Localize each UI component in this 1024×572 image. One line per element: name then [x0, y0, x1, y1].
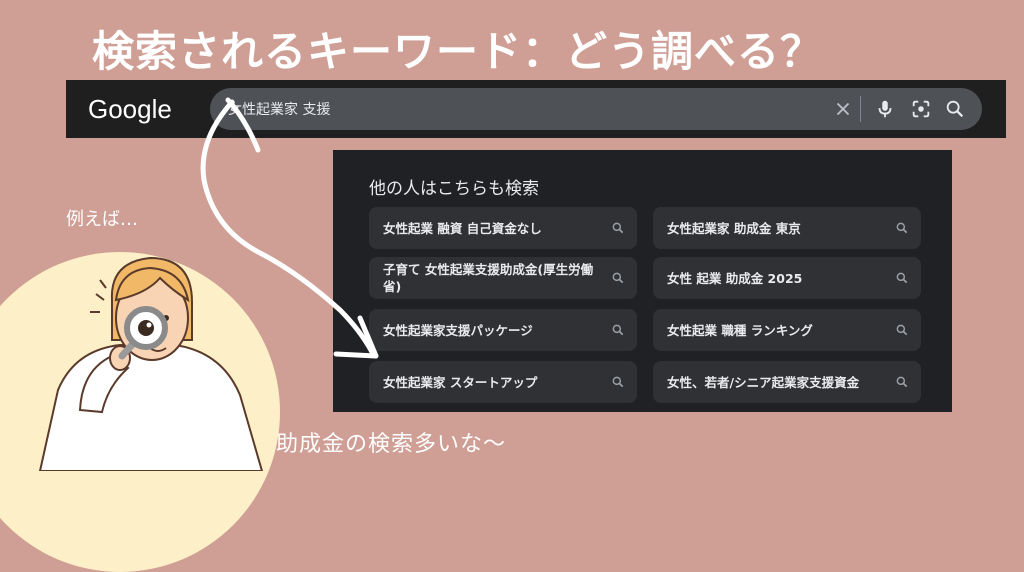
comment-note: 助成金の検索多いな〜: [276, 432, 507, 457]
curved-arrow: [200, 97, 379, 359]
example-note: 例えば…: [66, 209, 138, 230]
